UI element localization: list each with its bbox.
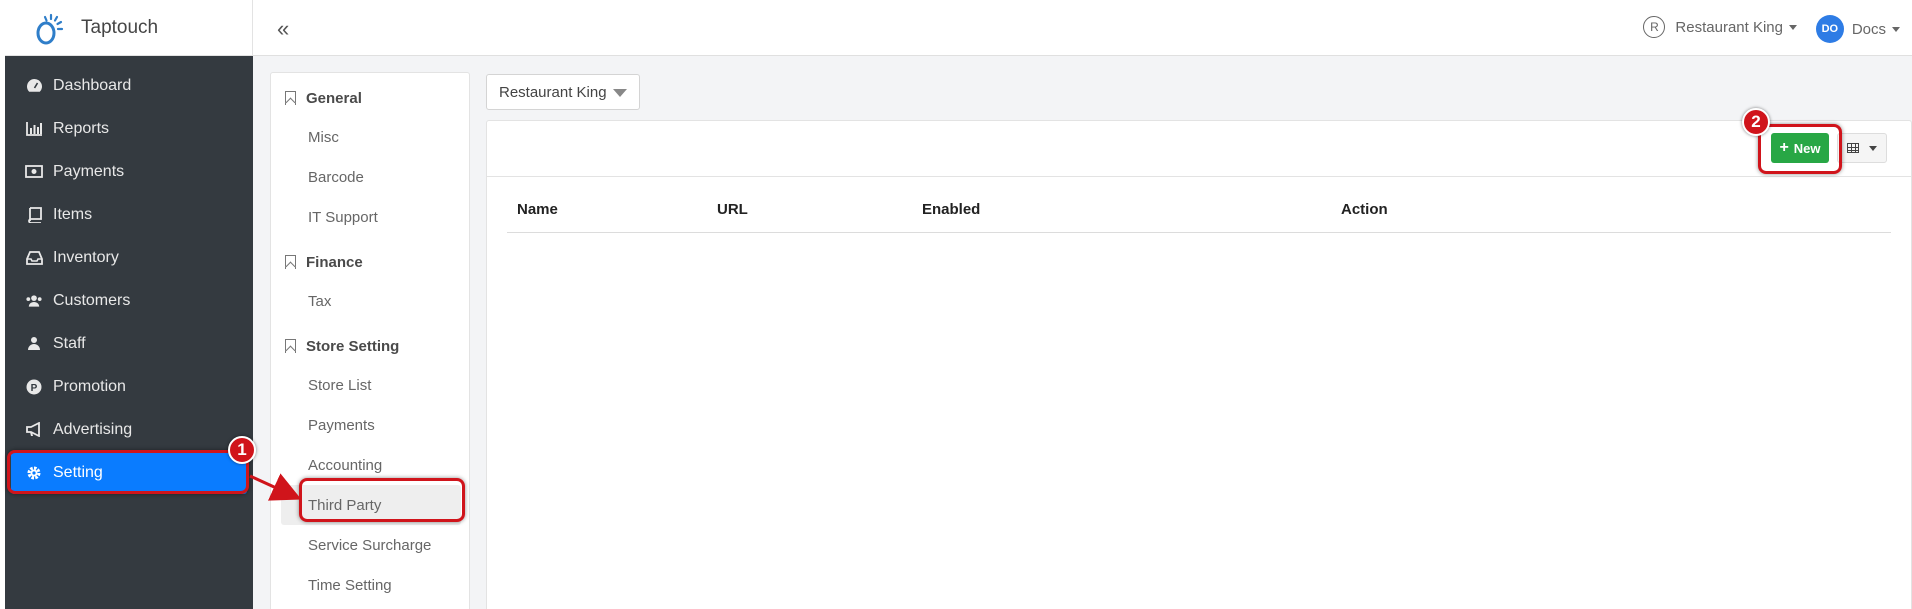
sidebar-item-inventory[interactable]: Inventory bbox=[5, 236, 253, 279]
inbox-icon bbox=[25, 249, 43, 267]
svg-text:P: P bbox=[31, 383, 38, 394]
submenu-item-tax[interactable]: Tax bbox=[271, 281, 469, 321]
submenu-item-accounting[interactable]: Accounting bbox=[271, 445, 469, 485]
restaurant-icon: R bbox=[1643, 16, 1666, 38]
store-dropdown[interactable]: Restaurant King bbox=[486, 74, 640, 110]
submenu-item-misc[interactable]: Misc bbox=[271, 117, 469, 157]
sidebar-item-advertising[interactable]: Advertising bbox=[5, 408, 253, 451]
bookmark-icon bbox=[285, 91, 296, 105]
staff-icon bbox=[25, 335, 43, 353]
submenu-item-time-setting[interactable]: Time Setting bbox=[271, 565, 469, 605]
column-header-enabled[interactable]: Enabled bbox=[922, 201, 980, 218]
gear-icon bbox=[25, 464, 43, 482]
sidebar-item-items[interactable]: Items bbox=[5, 193, 253, 236]
store-dropdown-label: Restaurant King bbox=[499, 83, 607, 101]
sidebar-item-label: Staff bbox=[53, 334, 86, 352]
bookmark-icon bbox=[285, 255, 296, 269]
submenu-item-store-list[interactable]: Store List bbox=[271, 365, 469, 405]
step-badge-1: 1 bbox=[228, 436, 256, 464]
sidebar-item-label: Items bbox=[53, 205, 93, 223]
settings-submenu: General Misc Barcode IT Support Finance … bbox=[270, 72, 470, 609]
section-title: Store Setting bbox=[306, 337, 400, 355]
submenu-item-service-surcharge[interactable]: Service Surcharge bbox=[271, 525, 469, 565]
card-toolbar: + New bbox=[487, 121, 1911, 177]
submenu-item-it-support[interactable]: IT Support bbox=[271, 197, 469, 237]
megaphone-icon bbox=[25, 421, 43, 439]
sidebar-item-label: Reports bbox=[53, 119, 110, 137]
sidebar-item-staff[interactable]: Staff bbox=[5, 322, 253, 365]
plus-icon: + bbox=[1779, 139, 1789, 156]
caret-down-icon bbox=[613, 89, 627, 97]
column-header-name[interactable]: Name bbox=[517, 201, 558, 218]
sidebar-item-label: Dashboard bbox=[53, 76, 132, 94]
columns-toggle-button[interactable] bbox=[1837, 133, 1887, 163]
user-menu[interactable]: DO Docs bbox=[1815, 15, 1900, 43]
sidebar-nav: Dashboard Reports Payments Items Invento… bbox=[5, 56, 253, 494]
sidebar-item-label: Payments bbox=[53, 162, 125, 180]
section-store-setting: Store Setting bbox=[271, 327, 469, 365]
sidebar-item-payments[interactable]: Payments bbox=[5, 150, 253, 193]
section-general: General bbox=[271, 79, 469, 117]
bookmark-icon bbox=[285, 339, 296, 353]
caret-down-icon bbox=[1869, 145, 1877, 151]
section-title: Finance bbox=[306, 253, 363, 271]
store-selector[interactable]: R Restaurant King bbox=[1643, 16, 1797, 38]
sidebar: Taptouch Dashboard Reports Payments Item… bbox=[0, 0, 253, 609]
table-header: Name URL Enabled Action bbox=[507, 187, 1891, 233]
sidebar-item-label: Promotion bbox=[53, 377, 126, 395]
submenu-item-barcode[interactable]: Barcode bbox=[271, 157, 469, 197]
caret-down-icon bbox=[1789, 24, 1797, 30]
store-selector-label: Restaurant King bbox=[1675, 18, 1783, 36]
sidebar-item-label: Setting bbox=[53, 463, 103, 481]
new-button-label: New bbox=[1793, 140, 1821, 156]
dashboard-icon bbox=[25, 77, 43, 95]
column-header-action[interactable]: Action bbox=[1341, 201, 1388, 218]
step-badge-2: 2 bbox=[1742, 108, 1770, 136]
sidebar-item-dashboard[interactable]: Dashboard bbox=[5, 64, 253, 107]
collapse-sidebar-icon[interactable]: « bbox=[277, 16, 289, 42]
sidebar-item-reports[interactable]: Reports bbox=[5, 107, 253, 150]
table-columns-icon bbox=[1847, 143, 1859, 153]
taptouch-logo-icon bbox=[29, 9, 67, 47]
third-party-card: + New Name URL Enabled Action bbox=[486, 120, 1912, 609]
sidebar-item-setting[interactable]: Setting bbox=[11, 451, 247, 494]
brand-name: Taptouch bbox=[81, 16, 159, 38]
sidebar-item-label: Customers bbox=[53, 291, 131, 309]
section-finance: Finance bbox=[271, 243, 469, 281]
sidebar-item-customers[interactable]: Customers bbox=[5, 279, 253, 322]
section-title: General bbox=[306, 89, 362, 107]
avatar: DO bbox=[1815, 15, 1844, 43]
money-icon bbox=[25, 163, 43, 181]
book-icon bbox=[25, 206, 43, 224]
users-icon bbox=[25, 292, 43, 310]
bar-chart-icon bbox=[25, 120, 43, 138]
sidebar-item-label: Inventory bbox=[53, 248, 119, 266]
submenu-item-payments[interactable]: Payments bbox=[271, 405, 469, 445]
caret-down-icon bbox=[1892, 26, 1900, 32]
sidebar-item-label: Advertising bbox=[53, 420, 133, 438]
user-menu-label: Docs bbox=[1851, 20, 1886, 38]
column-header-url[interactable]: URL bbox=[717, 201, 748, 218]
sidebar-item-promotion[interactable]: P Promotion bbox=[5, 365, 253, 408]
new-button[interactable]: + New bbox=[1771, 133, 1829, 163]
promotion-icon: P bbox=[25, 378, 43, 396]
submenu-item-third-party[interactable]: Third Party bbox=[281, 485, 461, 525]
brand[interactable]: Taptouch bbox=[5, 0, 253, 56]
top-bar: « R Restaurant King DO Docs bbox=[253, 0, 1912, 56]
